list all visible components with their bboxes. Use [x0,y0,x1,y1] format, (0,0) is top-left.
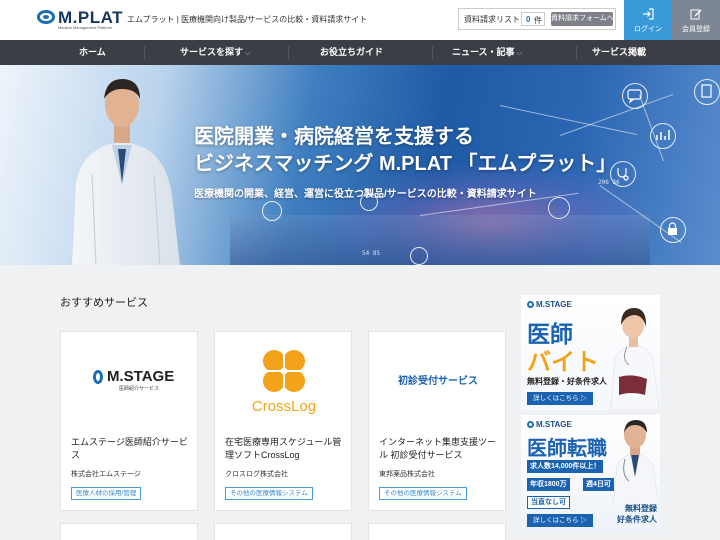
graph-icon [262,201,282,221]
nav-listing[interactable]: サービス掲載 [592,40,646,65]
nav-home[interactable]: ホーム [79,40,106,65]
nav-divider [144,46,145,59]
nav-news[interactable]: ニュース・記事 ⌵ [452,40,522,65]
chart-icon [650,123,676,149]
card-company: 株式会社エムステージ [71,471,141,478]
ad-details-button[interactable]: 詳しくはこちら ▷ [527,514,593,527]
nav-listing-label: サービス掲載 [592,47,647,57]
shoshin-logo-text: 初診受付サービス [398,376,478,387]
ad-brand-text: M.STAGE [536,300,572,309]
site-tagline: エムプラット | 医療機関向け製品/サービスの比較・資料請求サイト [127,15,368,24]
network-line [499,105,637,136]
request-count-unit: 件 [534,16,542,25]
request-list-box: 資料請求リスト 0 件 資料請求フォームへ [458,8,616,30]
service-card[interactable] [368,523,506,540]
ad-details-button[interactable]: 詳しくはこちら ▷ [527,392,593,405]
ad-badge: 週4日可 [583,478,614,491]
ad-badge: 求人数14,000件以上！ [527,460,604,473]
card-company: 東邦薬品株式会社 [379,471,435,478]
request-form-button[interactable]: 資料請求フォームへ [551,12,614,26]
chat-icon [622,83,648,109]
service-card[interactable]: M.STAGE 医師紹介サービス エムステージ医師紹介サービス 株式会社エムステ… [60,331,198,511]
site-logo[interactable]: M.PLAT Medical Management Platform [37,8,123,30]
mstage-logo-sub: 医師紹介サービス [119,386,160,392]
nav-news-label: ニュース・記事 [452,47,515,57]
signup-label: 会員登録 [682,26,710,33]
edit-icon [690,9,702,20]
hero-title-line2: ビジネスマッチング M.PLAT 「エムプラット」 [194,153,617,175]
mstage-logo-icon [527,301,534,308]
hero-number: 54 85 [362,250,381,257]
doctor-photo [72,79,180,265]
ad-badge: 年収1800万 [527,478,570,491]
login-label: ログイン [634,26,662,33]
hero-cityscape [230,215,650,265]
ad-brand: M.STAGE [527,420,572,429]
service-card[interactable]: 初診受付サービス インターネット集患支援ツール 初診受付サービス 東邦薬品株式会… [368,331,506,511]
card-category-tag[interactable]: 医療人材の採用/管理 [71,487,142,500]
nav-find-services-label: サービスを探す [180,47,244,57]
chevron-down-icon: ⌵ [516,50,522,57]
logo-subtitle: Medical Management Platform [58,25,113,30]
card-logo-mstage: M.STAGE 医師紹介サービス [61,332,199,427]
nav-find-services[interactable]: サービスを探す ⌵ [180,40,250,65]
main-nav: ホーム サービスを探す ⌵ お役立ちガイド ニュース・記事 ⌵ サービス掲載 [0,40,720,65]
site-header: M.PLAT Medical Management Platform エムプラッ… [0,0,720,40]
ad-banner-baito[interactable]: M.STAGE 医師 バイト 無料登録・好条件求人 詳しくはこちら ▷ [521,295,660,410]
request-count-badge[interactable]: 0 件 [521,12,545,26]
nav-guide-label: お役立ちガイド [320,47,384,57]
card-service-name[interactable]: インターネット集患支援ツール 初診受付サービス [379,436,501,462]
mstage-logo-text: M.STAGE [107,368,175,385]
lock-icon [660,217,686,243]
card-logo-shoshin: 初診受付サービス [369,332,507,427]
card-company: クロスログ株式会社 [225,471,288,478]
hero-subtitle: 医療機関の開業、経営、運営に役立つ製品/サービスの比較・資料請求サイト [194,189,537,200]
service-card[interactable] [60,523,198,540]
request-count: 0 [526,15,531,24]
card-service-name[interactable]: エムステージ医師紹介サービス [71,436,193,462]
ad-free-line1: 無料登録 [625,504,657,513]
login-icon [643,8,654,20]
ad-brand: M.STAGE [527,300,572,309]
hero-banner: 206 36 54 85 医院開業・病院経営を支援する ビジネスマッチング M.… [0,65,720,265]
medical-icon [548,197,570,219]
service-card[interactable] [214,523,352,540]
nav-divider [432,46,433,59]
document-icon [694,79,720,105]
ad-free-text: 無料登録 好条件求人 [607,503,657,525]
chevron-down-icon: ⌵ [245,50,251,57]
ad-headline: 医師転職 [527,438,607,460]
ad-headline-accent: バイト [527,349,599,376]
ad-badge: 当直なし可 [527,496,570,509]
ad-text: 無料登録・好条件求人 [527,377,607,386]
crosslog-logo-text: CrossLog [251,398,317,415]
hero-title-line1: 医院開業・病院経営を支援する [194,126,474,148]
card-service-name[interactable]: 在宅医療専用スケジュール管理ソフトCrossLog [225,436,347,462]
mstage-logo-icon [93,370,103,384]
section-title: おすすめサービス [60,297,148,309]
logo-mark-icon [37,10,55,24]
female-doctor-photo [610,308,660,410]
nav-guide[interactable]: お役立ちガイド [320,40,383,65]
card-logo-crosslog: CrossLog [215,332,353,427]
service-card[interactable]: CrossLog 在宅医療専用スケジュール管理ソフトCrossLog クロスログ… [214,331,352,511]
file-icon [410,247,428,265]
nav-divider [288,46,289,59]
ad-brand-text: M.STAGE [536,420,572,429]
nav-home-label: ホーム [79,47,106,57]
login-button[interactable]: ログイン [624,0,672,40]
ad-banner-tenshoku[interactable]: M.STAGE 医師転職 求人数14,000件以上！ 年収1800万 週4日可 … [521,415,660,532]
male-doctor-photo [612,420,660,505]
mstage-logo-icon [527,421,534,428]
signup-button[interactable]: 会員登録 [672,0,720,40]
request-list-label[interactable]: 資料請求リスト [464,14,520,25]
nav-divider [576,46,577,59]
ad-free-line2: 好条件求人 [617,515,657,524]
card-category-tag[interactable]: その他の医療情報システム [379,487,467,500]
crosslog-clover-icon [263,350,305,392]
card-category-tag[interactable]: その他の医療情報システム [225,487,313,500]
hero-number: 206 36 [598,179,620,186]
